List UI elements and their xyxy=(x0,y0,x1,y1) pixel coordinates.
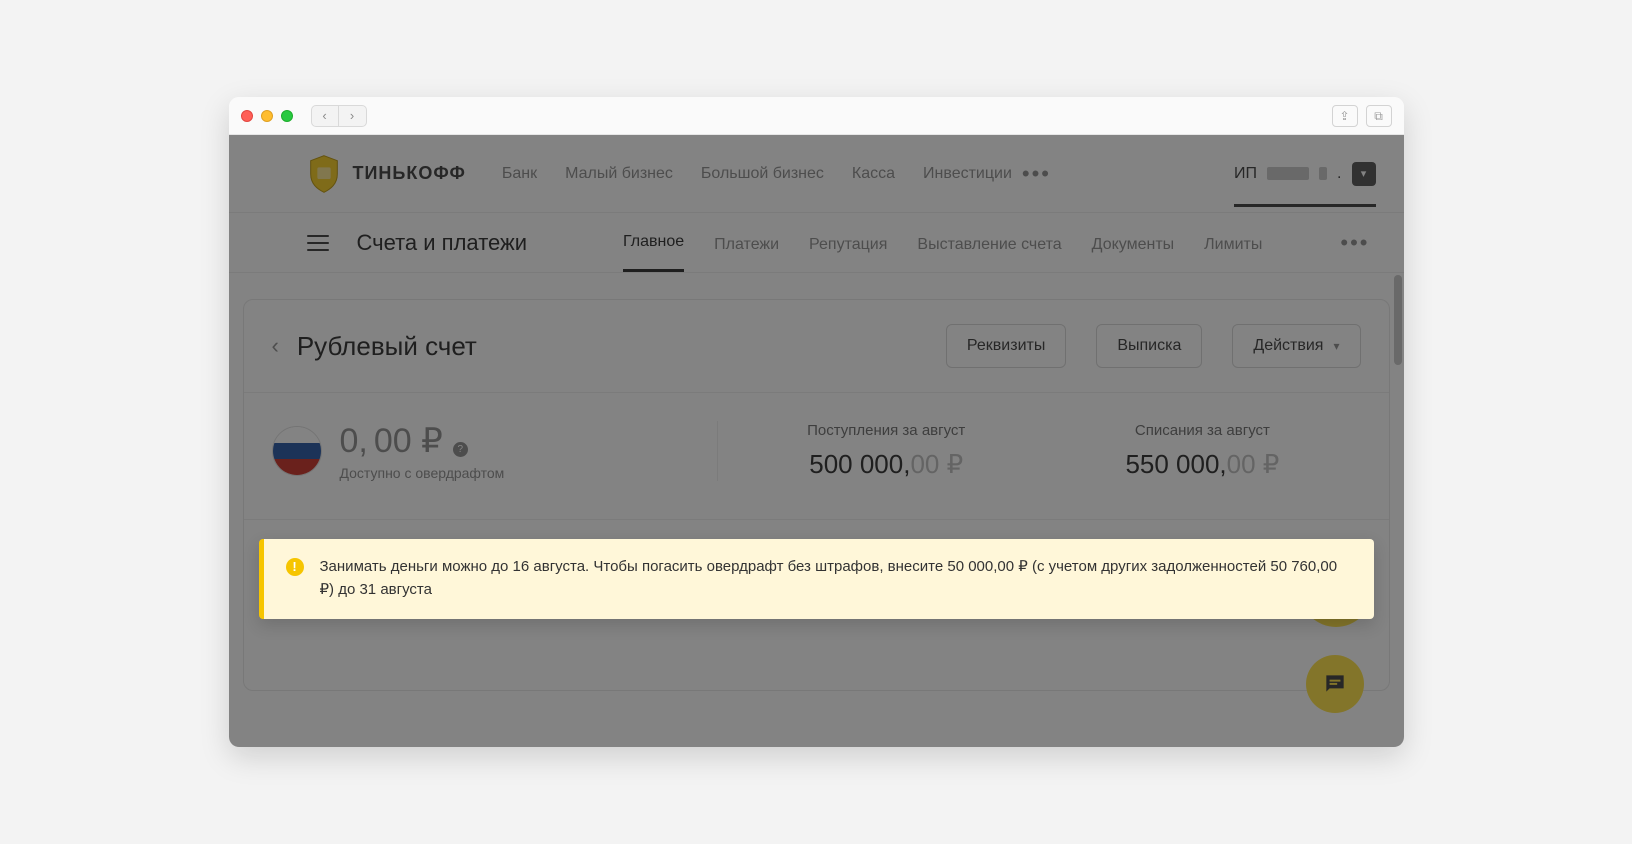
browser-nav-arrows: ‹ › xyxy=(311,105,367,127)
browser-forward-button[interactable]: › xyxy=(339,105,367,127)
close-window-button[interactable] xyxy=(241,110,253,122)
tabs-button[interactable]: ⧉ xyxy=(1366,105,1392,127)
overdraft-alert: ! Занимать деньги можно до 16 августа. Ч… xyxy=(259,539,1374,620)
window-controls xyxy=(241,110,293,122)
title-bar: ‹ › ⇪ ⧉ xyxy=(229,97,1404,135)
stage: ‹ › ⇪ ⧉ ТИНЬКОФФ Банк xyxy=(0,0,1632,844)
share-button[interactable]: ⇪ xyxy=(1332,105,1358,127)
alert-text: Занимать деньги можно до 16 августа. Что… xyxy=(320,555,1352,602)
browser-window: ‹ › ⇪ ⧉ ТИНЬКОФФ Банк xyxy=(229,97,1404,747)
warning-icon: ! xyxy=(286,558,304,576)
app-shell: ТИНЬКОФФ Банк Малый бизнес Большой бизне… xyxy=(229,135,1404,747)
browser-back-button[interactable]: ‹ xyxy=(311,105,339,127)
modal-dim-overlay[interactable] xyxy=(229,135,1404,747)
title-right-tools: ⇪ ⧉ xyxy=(1332,105,1392,127)
maximize-window-button[interactable] xyxy=(281,110,293,122)
minimize-window-button[interactable] xyxy=(261,110,273,122)
